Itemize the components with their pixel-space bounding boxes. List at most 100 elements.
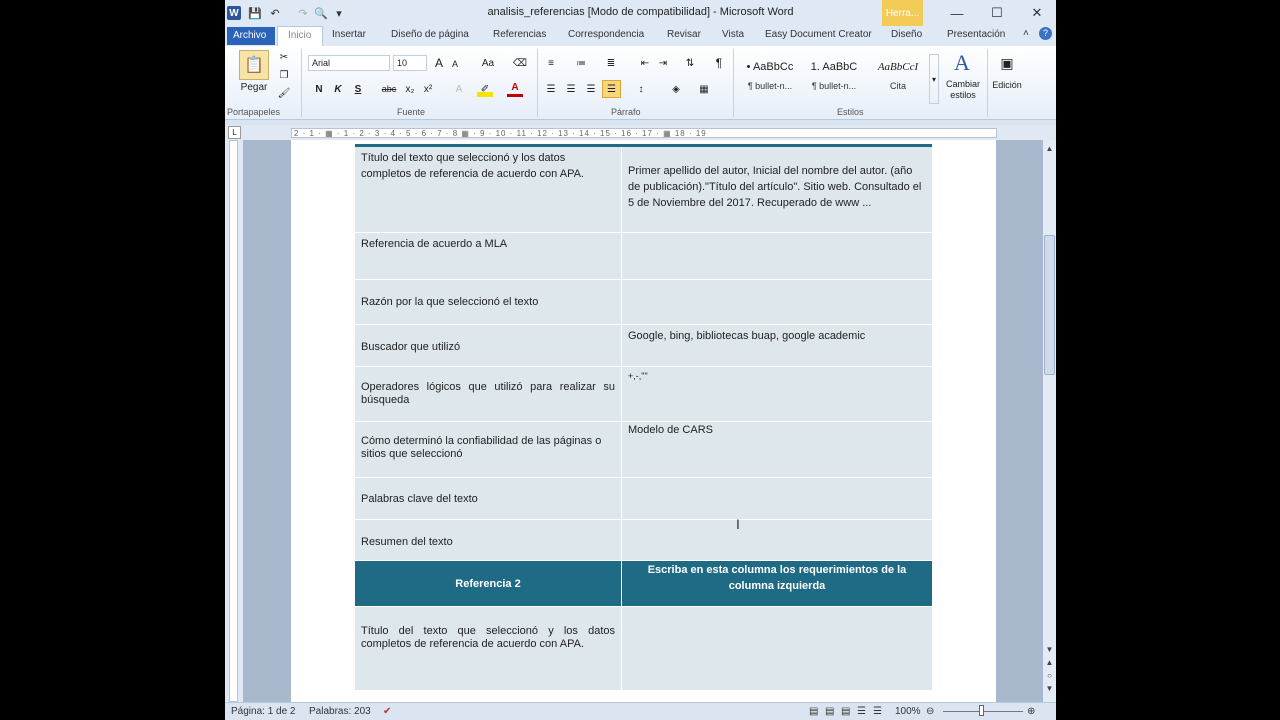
paste-button[interactable]: Pegar [238, 80, 270, 94]
table-cell[interactable] [622, 607, 932, 690]
previous-page-icon[interactable]: ▲ [1043, 658, 1056, 667]
vertical-scrollbar[interactable]: ▲ ▼ ▲ ○ ▼ [1043, 140, 1056, 702]
table-cell[interactable]: +,-,"" [622, 367, 932, 421]
font-name-select[interactable]: Arial [308, 55, 390, 71]
page-count[interactable]: Página: 1 de 2 [231, 706, 296, 717]
align-left-icon[interactable]: ☰ [543, 81, 559, 97]
style-bullet-1[interactable]: • AaBbCc ¶ bullet-n... [739, 54, 801, 104]
change-styles-button[interactable]: Cambiar estilos [940, 78, 986, 102]
zoom-slider-thumb[interactable] [979, 705, 984, 716]
format-painter-icon[interactable]: 🖌 [277, 86, 291, 100]
table-row[interactable]: Resumen del texto [355, 519, 932, 560]
subscript-button[interactable]: x₂ [403, 81, 417, 97]
increase-indent-icon[interactable]: ⇥ [655, 55, 671, 71]
strikethrough-button[interactable]: abc [379, 81, 399, 97]
tab-archivo[interactable]: Archivo [227, 27, 275, 45]
tab-inicio[interactable]: Inicio [277, 26, 323, 46]
table-cell[interactable]: Palabras clave del texto [355, 478, 621, 519]
highlight-icon[interactable]: ✐ [477, 81, 493, 97]
table-header-cell[interactable]: Escriba en esta columna los requerimient… [622, 561, 932, 606]
table-cell[interactable]: Buscador que utilizó [355, 325, 621, 366]
font-color-icon[interactable]: A [507, 81, 523, 97]
table-cell[interactable]: Primer apellido del autor, Inicial del n… [622, 144, 932, 232]
table-cell[interactable]: Título del texto que seleccionó y los da… [355, 607, 621, 690]
shading-icon[interactable]: ◈ [667, 81, 685, 97]
decrease-indent-icon[interactable]: ⇤ [637, 55, 653, 71]
table-row[interactable]: Cómo determinó la confiabilidad de las p… [355, 421, 932, 477]
draft-view-icon[interactable]: ☰ [873, 706, 882, 717]
table-row[interactable]: Buscador que utilizó Google, bing, bibli… [355, 324, 932, 366]
close-icon[interactable]: ✕ [1022, 4, 1052, 22]
borders-icon[interactable]: ▦ [695, 81, 713, 97]
superscript-button[interactable]: x² [421, 81, 435, 97]
full-screen-reading-icon[interactable]: ▤ [825, 706, 834, 717]
next-page-icon[interactable]: ▼ [1043, 684, 1056, 693]
table-row[interactable]: Referencia de acuerdo a MLA [355, 232, 932, 279]
bold-button[interactable]: N [312, 81, 326, 97]
table-cell[interactable]: Cómo determinó la confiabilidad de las p… [355, 422, 621, 477]
web-layout-icon[interactable]: ▤ [841, 706, 850, 717]
table-row[interactable]: Palabras clave del texto [355, 477, 932, 519]
page[interactable]: Título del texto que seleccionó y los da… [291, 140, 996, 702]
print-layout-icon[interactable]: ▤ [809, 706, 818, 717]
tab-referencias[interactable]: Referencias [493, 29, 546, 40]
table-header-row[interactable]: Referencia 2 Escriba en esta columna los… [355, 560, 932, 606]
style-bullet-2[interactable]: 1. AaBbC ¶ bullet-n... [803, 54, 865, 104]
maximize-icon[interactable]: ☐ [982, 4, 1012, 22]
table-cell[interactable]: Modelo de CARS [622, 422, 932, 477]
binoculars-icon[interactable]: ▣ [997, 52, 1017, 74]
tab-revisar[interactable]: Revisar [667, 29, 701, 40]
scroll-up-icon[interactable]: ▲ [1043, 144, 1056, 153]
table-cell[interactable]: Operadores lógicos que utilizó para real… [355, 367, 621, 421]
zoom-level[interactable]: 100% [895, 706, 921, 717]
minimize-ribbon-icon[interactable]: ˄ [1023, 28, 1029, 39]
align-center-icon[interactable]: ☰ [563, 81, 579, 97]
sort-icon[interactable]: ⇅ [682, 55, 698, 71]
table-cell[interactable]: Resumen del texto [355, 520, 621, 560]
horizontal-ruler[interactable]: L 2 · 1 · ▦ · 1 · 2 · 3 · 4 · 5 · 6 · 7 … [225, 125, 1056, 140]
numbering-icon[interactable]: ≔ [573, 55, 589, 71]
tab-presentacion[interactable]: Presentación [947, 29, 1005, 40]
table-cell[interactable]: Razón por la que seleccionó el texto [355, 280, 621, 324]
minimize-icon[interactable]: — [942, 4, 972, 22]
tab-correspondencia[interactable]: Correspondencia [568, 29, 644, 40]
table-header-cell[interactable]: Referencia 2 [355, 561, 621, 606]
change-styles-icon[interactable]: A [947, 50, 977, 76]
table-cell[interactable] [622, 520, 932, 560]
zoom-out-icon[interactable]: ⊖ [926, 706, 934, 717]
table-row[interactable]: Operadores lógicos que utilizó para real… [355, 366, 932, 421]
table-cell[interactable]: Referencia de acuerdo a MLA [355, 233, 621, 279]
italic-button[interactable]: K [331, 81, 345, 97]
justify-icon[interactable]: ☰ [602, 80, 621, 98]
table-cell[interactable]: Google, bing, bibliotecas buap, google a… [622, 325, 932, 366]
copy-icon[interactable]: ❐ [277, 68, 291, 82]
zoom-in-icon[interactable]: ⊕ [1027, 706, 1035, 717]
help-icon[interactable]: ? [1039, 27, 1052, 40]
table-cell[interactable]: Título del texto que seleccionó y los da… [355, 144, 621, 232]
table-row[interactable]: Título del texto que seleccionó y los da… [355, 606, 932, 690]
tab-vista[interactable]: Vista [722, 29, 744, 40]
clear-format-icon[interactable]: ⌫ [512, 55, 528, 71]
tab-selector-icon[interactable]: L [228, 126, 241, 139]
word-count[interactable]: Palabras: 203 [309, 706, 371, 717]
tab-insertar[interactable]: Insertar [332, 29, 366, 40]
table-cell[interactable] [622, 478, 932, 519]
text-effects-icon[interactable]: A [451, 81, 467, 97]
scroll-thumb[interactable] [1044, 235, 1055, 375]
shrink-font-icon[interactable]: A [449, 57, 461, 71]
show-formatting-icon[interactable]: ¶ [711, 55, 727, 71]
tab-diseno[interactable]: Diseño [891, 29, 922, 40]
styles-scroll-icon[interactable]: ▾ [929, 54, 939, 104]
cut-icon[interactable]: ✂ [277, 50, 291, 64]
tab-diseno-pagina[interactable]: Diseño de página [391, 29, 469, 40]
change-case-icon[interactable]: Aa [478, 55, 498, 71]
grow-font-icon[interactable]: A [432, 55, 446, 71]
table-row[interactable]: Título del texto que seleccionó y los da… [355, 144, 932, 232]
paste-icon[interactable]: 📋 [239, 50, 269, 80]
document-area[interactable]: Título del texto que seleccionó y los da… [243, 140, 1043, 702]
browse-object-icon[interactable]: ○ [1043, 671, 1056, 680]
tab-easy-document-creator[interactable]: Easy Document Creator [765, 29, 872, 40]
multilevel-list-icon[interactable]: ≣ [603, 55, 619, 71]
scroll-down-icon[interactable]: ▼ [1043, 645, 1056, 654]
outline-view-icon[interactable]: ☰ [857, 706, 866, 717]
